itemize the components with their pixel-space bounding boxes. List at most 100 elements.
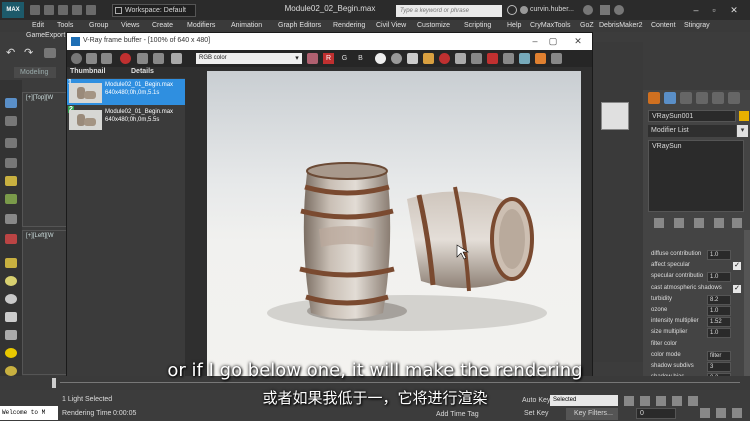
param-checkbox[interactable]: ✓ [733,262,741,271]
eye-icon[interactable] [5,98,17,108]
key-filters-button[interactable]: Key Filters... [566,408,618,420]
cylinder-icon[interactable] [5,312,17,322]
history-save-icon[interactable] [86,53,97,64]
menu-help[interactable]: Help [507,20,521,32]
color-channels-icon[interactable] [307,53,318,64]
menu-animation[interactable]: Animation [231,20,262,32]
light-icon[interactable] [5,176,17,186]
search-input[interactable]: Type a keyword or phrase [396,5,502,17]
history-load-icon[interactable] [101,53,112,64]
history-info-icon[interactable] [171,53,182,64]
load-image-icon[interactable] [423,53,434,64]
blue-channel-button[interactable]: B [355,53,366,64]
exchange-icon[interactable] [600,5,610,15]
history-header-thumbnail[interactable]: Thumbnail [70,68,105,75]
history-item[interactable]: 2 Module02_01_Begin.max 640x480;0h,0m,5.… [67,106,185,132]
chevron-down-icon[interactable]: ▾ [737,125,748,137]
param-value-field[interactable]: 1.0 [707,328,731,339]
power-icon[interactable] [71,53,82,64]
fb-minimize-icon[interactable]: – [527,35,543,48]
fb-close-icon[interactable]: ✕ [570,35,586,48]
red-channel-button[interactable]: R [323,53,334,64]
orbit-icon[interactable] [716,408,726,418]
param-value-field[interactable]: 1.0 [707,250,731,260]
interactive-render-icon[interactable] [519,53,530,64]
history-remove-icon[interactable] [120,53,131,64]
menu-customize[interactable]: Customize [417,20,450,32]
add-time-tag-button[interactable]: Add Time Tag [420,409,500,420]
menu-content[interactable]: Content [651,20,676,32]
modify-tab-icon[interactable] [664,92,676,104]
pin-stack-icon[interactable] [654,218,664,228]
menu-group[interactable]: Group [89,20,108,32]
modifier-stack[interactable] [648,140,744,212]
layer-icon[interactable] [5,116,17,126]
history-header-details[interactable]: Details [131,68,154,75]
channel-select[interactable]: RGB color [196,53,302,64]
param-checkbox[interactable]: ✓ [733,284,741,293]
helper-icon[interactable] [5,194,17,204]
history-item[interactable]: 1 Module02_01_Begin.max 640x480;0h,0m,5.… [67,79,185,105]
param-value-field[interactable]: 1.52 [707,317,731,328]
motion-tab-icon[interactable] [696,92,708,104]
undo-arrow-icon[interactable]: ↶ [6,48,18,59]
save-image-icon[interactable] [407,53,418,64]
viewport-left[interactable] [22,230,68,375]
modifier-stack-item[interactable]: VRaySun [652,143,682,150]
region-render-icon[interactable] [471,53,482,64]
modifier-list-dropdown[interactable]: Modifier List [648,125,736,137]
track-mouse-icon[interactable] [455,53,466,64]
viewport-right[interactable] [593,42,643,362]
link-icon[interactable] [44,48,56,58]
stereo-icon[interactable] [551,53,562,64]
green-channel-button[interactable]: G [339,53,350,64]
sphere-icon[interactable] [5,294,17,304]
tab-modeling[interactable]: Modeling [14,67,56,78]
help-icon[interactable] [614,5,624,15]
menu-tools[interactable]: Tools [57,20,73,32]
show-end-result-icon[interactable] [674,218,684,228]
maxscript-listener-input[interactable]: Welcome to M [0,406,58,420]
current-frame-spinner[interactable]: 0 [636,408,676,419]
binoculars-icon[interactable] [507,5,517,15]
menu-civil-view[interactable]: Civil View [376,20,406,32]
remove-modifier-icon[interactable] [714,218,724,228]
close-icon[interactable]: ✕ [728,5,740,16]
alpha-channel-icon[interactable] [375,53,386,64]
fb-maximize-icon[interactable]: ▢ [545,35,561,48]
history-settings-icon[interactable] [153,53,164,64]
menu-debrismaker2[interactable]: DebrisMaker2 [599,20,643,32]
create-tab-icon[interactable] [648,92,660,104]
param-value-field[interactable]: 1.0 [707,272,731,283]
redo-arrow-icon[interactable]: ↷ [24,48,36,59]
menu-graph-editors[interactable]: Graph Editors [278,20,321,32]
lens-effects-icon[interactable] [535,53,546,64]
menu-edit[interactable]: Edit [32,20,44,32]
viewport-left-label[interactable]: [+][Left][W [26,233,54,239]
configure-sets-icon[interactable] [732,218,742,228]
circle-icon[interactable] [5,276,17,286]
make-unique-icon[interactable] [694,218,704,228]
menu-modifiers[interactable]: Modifiers [187,20,215,32]
cart-icon[interactable] [583,5,593,15]
hierarchy-tab-icon[interactable] [680,92,692,104]
minimize-icon[interactable]: – [690,5,702,16]
menu-scripting[interactable]: Scripting [464,20,491,32]
menu-stingray[interactable]: Stingray [684,20,710,32]
param-value-field[interactable]: 8.2 [707,294,731,305]
menu-goz[interactable]: GoZ [580,20,594,32]
channel-chevron-down-icon[interactable]: ▾ [292,53,302,64]
display-tab-icon[interactable] [712,92,724,104]
mono-mode-icon[interactable] [391,53,402,64]
menu-create[interactable]: Create [152,20,173,32]
maximize-viewport-icon[interactable] [732,408,742,418]
cone-icon[interactable] [5,330,17,340]
clear-image-icon[interactable] [439,53,450,64]
rectangle-icon[interactable] [5,258,17,268]
viewport-top-label[interactable]: [+][Top][W [26,95,53,101]
table-icon[interactable] [5,158,17,168]
sun-icon[interactable] [5,348,17,358]
pan-icon[interactable] [700,408,710,418]
rendered-image[interactable] [207,71,581,381]
game-export-menu[interactable]: GameExport [26,32,65,39]
